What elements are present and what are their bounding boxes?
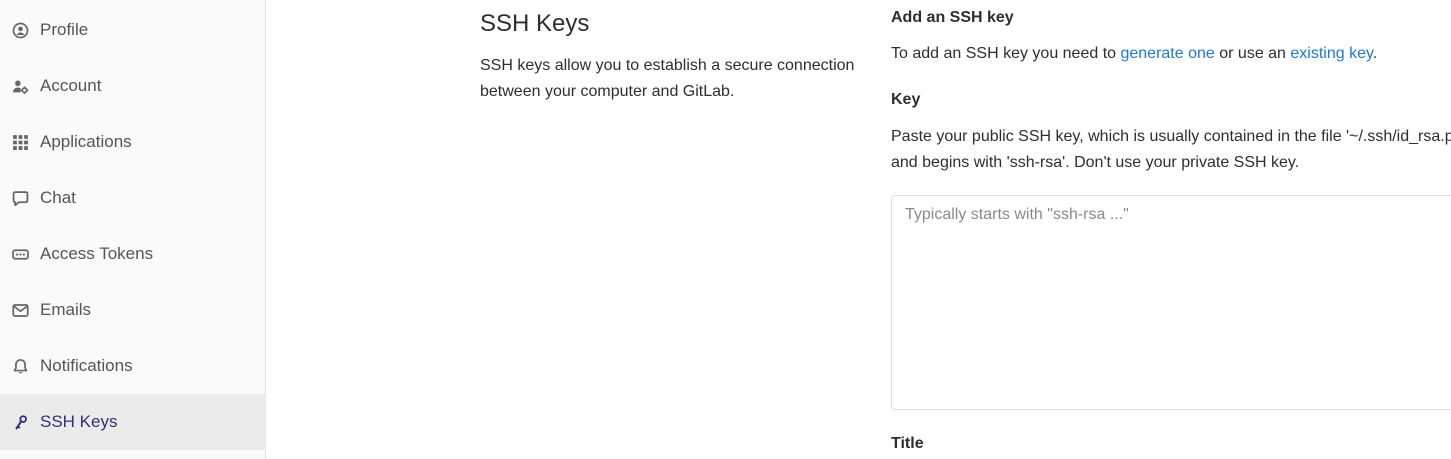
instructions-text-prefix: To add an SSH key you need to (891, 45, 1121, 62)
add-ssh-key-heading: Add an SSH key (891, 9, 1014, 26)
generate-one-link[interactable]: generate one (1120, 45, 1214, 62)
ssh-key-icon (11, 413, 29, 431)
instructions-text-middle: or use an (1214, 45, 1291, 62)
page-title: SSH Keys (480, 10, 590, 37)
sidebar-item-applications[interactable]: Applications (0, 114, 265, 170)
existing-key-link[interactable]: existing key (1290, 45, 1372, 62)
sidebar-item-label: Chat (40, 188, 76, 207)
sidebar-item-emails[interactable]: Emails (0, 282, 265, 338)
access-tokens-icon (11, 245, 29, 263)
emails-icon (11, 301, 29, 319)
app-root: Profile Account Applications Chat Access (0, 0, 1451, 459)
sidebar-item-label: Notifications (40, 356, 133, 375)
account-icon (11, 77, 29, 95)
key-field-help: Paste your public SSH key, which is usua… (891, 128, 1451, 171)
sidebar-item-notifications[interactable]: Notifications (0, 338, 265, 394)
profile-icon (11, 21, 29, 39)
applications-icon (11, 133, 29, 151)
key-textarea[interactable] (891, 195, 1451, 410)
sidebar-item-label: Profile (40, 20, 89, 39)
sidebar-item-label: Emails (40, 300, 92, 319)
notifications-icon (11, 357, 29, 375)
add-ssh-key-instructions: To add an SSH key you need to generate o… (891, 45, 1377, 63)
sidebar-item-label: Account (40, 76, 102, 95)
sidebar-item-label: Applications (40, 132, 132, 151)
sidebar-item-label: Access Tokens (40, 244, 154, 263)
sidebar-item-label: SSH Keys (40, 412, 118, 431)
settings-sidebar: Profile Account Applications Chat Access (0, 0, 266, 459)
section-description: SSH keys allow you to establish a secure… (480, 57, 855, 100)
chat-icon (11, 189, 29, 207)
instructions-text-suffix: . (1372, 45, 1378, 62)
sidebar-item-access-tokens[interactable]: Access Tokens (0, 226, 265, 282)
sidebar-item-profile[interactable]: Profile (0, 2, 265, 58)
sidebar-item-ssh-keys[interactable]: SSH Keys (0, 394, 265, 450)
title-field-label: Title (891, 435, 924, 452)
sidebar-item-chat[interactable]: Chat (0, 170, 265, 226)
sidebar-item-account[interactable]: Account (0, 58, 265, 114)
key-field-label: Key (891, 91, 921, 108)
